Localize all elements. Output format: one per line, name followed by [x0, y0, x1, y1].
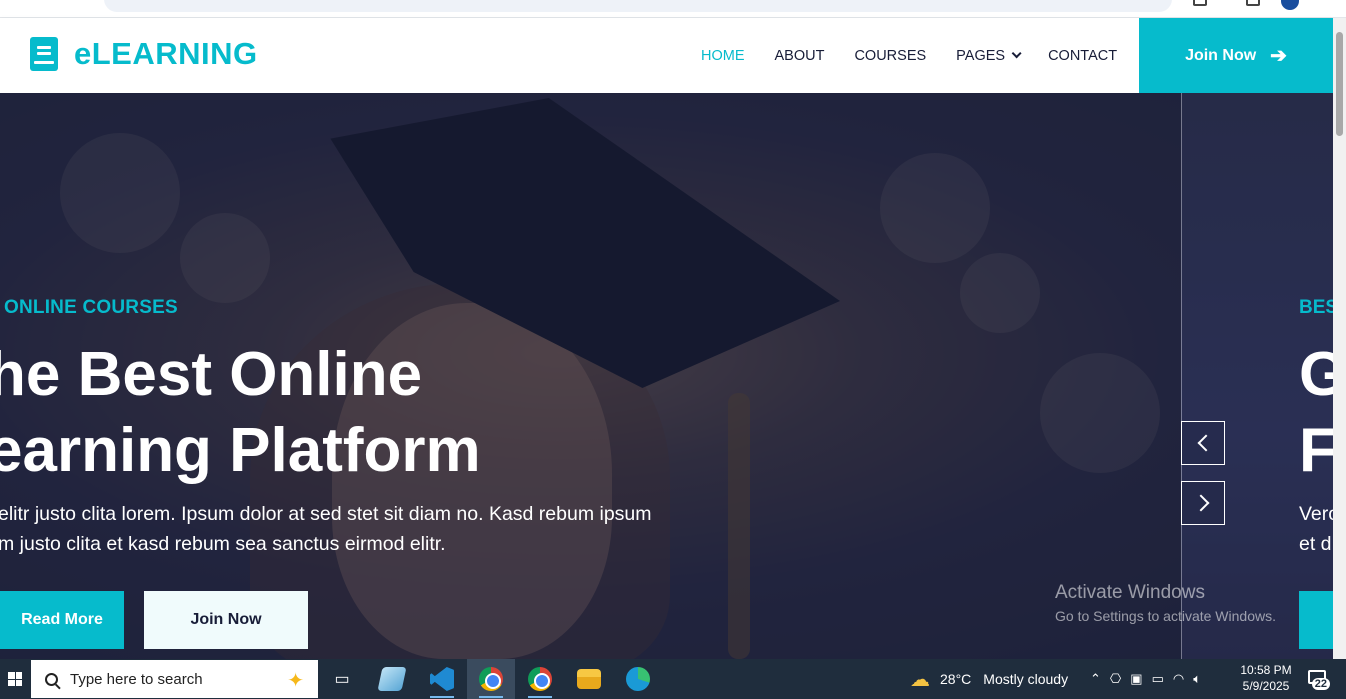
nav-courses[interactable]: COURSES — [854, 48, 926, 64]
carousel-next-button[interactable] — [1181, 481, 1225, 525]
next-slide-desc-line2: et d — [1299, 533, 1332, 555]
hero-title-line1: he Best Online — [0, 340, 423, 409]
weather-widget[interactable]: ☁ 28°C Mostly cloudy — [910, 659, 1068, 699]
activate-windows-watermark: Activate Windows Go to Settings to activ… — [1055, 582, 1276, 624]
hero-join-now-button[interactable]: Join Now — [144, 591, 308, 649]
task-view-button[interactable]: ▭ — [318, 659, 366, 699]
windows-taskbar: Type here to search ✦ ▭ ☁ 28°C Mostly cl… — [0, 659, 1346, 699]
page-scrollbar[interactable] — [1333, 18, 1346, 659]
clock-date: 5/9/2025 — [1242, 679, 1290, 693]
brand-name: eLEARNING — [74, 36, 258, 71]
hero-desc-line1: elitr justo clita lorem. Ipsum dolor at … — [0, 503, 652, 525]
notification-center-button[interactable]: 22 — [1306, 668, 1330, 690]
brand-logo[interactable]: eLEARNING — [30, 36, 258, 72]
profile-avatar[interactable] — [1281, 0, 1299, 10]
task-view-icon: ▭ — [334, 671, 350, 688]
read-more-button[interactable]: Read More — [0, 591, 124, 649]
start-button[interactable] — [0, 659, 30, 699]
taskbar-app-edge[interactable] — [614, 659, 662, 699]
next-slide-title: G F — [1299, 337, 1333, 489]
taskbar-app-chrome-active[interactable] — [467, 659, 515, 699]
next-slide-description: Vero et d — [1299, 499, 1333, 559]
chevron-left-icon — [1197, 434, 1214, 452]
scrollbar-thumb[interactable] — [1336, 32, 1343, 136]
search-placeholder: Type here to search — [70, 670, 203, 688]
chevron-down-icon — [1011, 48, 1022, 59]
vscode-icon — [430, 667, 454, 691]
search-icon — [42, 669, 61, 689]
windows-logo-icon — [8, 672, 22, 686]
system-clock[interactable]: 10:58 PM 5/9/2025 — [1238, 662, 1294, 694]
hero-title: he Best Online earning Platform — [0, 337, 481, 489]
address-bar[interactable] — [104, 0, 1172, 12]
taskbar-search[interactable]: Type here to search ✦ — [31, 660, 318, 698]
hero-description: elitr justo clita lorem. Ipsum dolor at … — [0, 499, 652, 559]
next-slide-title-line1: G — [1299, 337, 1333, 413]
folder-icon — [577, 669, 601, 689]
join-now-button[interactable]: Join Now ➔ — [1139, 18, 1333, 93]
taskbar-app-chrome[interactable] — [516, 659, 564, 699]
sparkle-icon: ✦ — [287, 670, 304, 692]
extensions-icon[interactable] — [1193, 0, 1207, 6]
hero-title-line2: earning Platform — [0, 416, 481, 485]
arrow-right-icon: ➔ — [1270, 45, 1287, 67]
edge-icon — [626, 667, 650, 691]
nav-about[interactable]: ABOUT — [775, 48, 825, 64]
cloudy-weather-icon: ☁ — [910, 668, 930, 691]
notification-count: 22 — [1311, 678, 1330, 690]
carousel-prev-button[interactable] — [1181, 421, 1225, 465]
nav-menu: HOME ABOUT COURSES PAGES CONTACT — [686, 18, 1132, 93]
hero-carousel: ONLINE COURSES he Best Online earning Pl… — [0, 93, 1333, 659]
chrome-icon — [479, 667, 503, 691]
next-slide-title-line2: F — [1299, 413, 1333, 489]
wifi-icon[interactable]: ◠ — [1173, 671, 1184, 687]
taskbar-app-file-explorer[interactable] — [565, 659, 613, 699]
notepad-icon — [377, 667, 407, 691]
join-now-label: Join Now — [1185, 46, 1257, 64]
nav-pages-label: PAGES — [956, 47, 1006, 64]
nav-contact[interactable]: CONTACT — [1048, 48, 1117, 64]
weather-temp: 28°C — [940, 671, 972, 687]
chrome-icon — [528, 667, 552, 691]
taskbar-app-notepad[interactable] — [368, 659, 416, 699]
site-navbar: eLEARNING HOME ABOUT COURSES PAGES CONTA… — [0, 18, 1333, 93]
next-slide-desc-line1: Vero — [1299, 503, 1333, 525]
next-slide-button[interactable] — [1299, 591, 1333, 649]
chevron-right-icon — [1192, 494, 1209, 512]
meet-now-icon[interactable]: ⎔ — [1110, 671, 1121, 687]
split-screen-icon[interactable] — [1246, 0, 1260, 6]
taskbar-app-vscode[interactable] — [418, 659, 466, 699]
display-icon[interactable]: ▣ — [1130, 671, 1142, 687]
weather-desc: Mostly cloudy — [983, 671, 1069, 687]
next-slide-subtitle: BES — [1299, 297, 1333, 318]
next-slide-preview: BES G F Vero et d — [1181, 93, 1333, 659]
browser-toolbar — [0, 0, 1346, 18]
hero-subtitle: ONLINE COURSES — [4, 297, 178, 318]
system-tray: ⌃ ⎔ ▣ ▭ ◠ 🔈︎ — [1090, 659, 1201, 699]
watermark-subtitle: Go to Settings to activate Windows. — [1055, 608, 1276, 624]
volume-icon[interactable]: 🔈︎ — [1193, 671, 1201, 687]
clock-time: 10:58 PM — [1240, 663, 1292, 677]
nav-pages[interactable]: PAGES — [956, 47, 1022, 64]
battery-icon[interactable]: ▭ — [1152, 671, 1164, 687]
watermark-title: Activate Windows — [1055, 582, 1205, 603]
hero-desc-line2: m justo clita et kasd rebum sea sanctus … — [0, 533, 446, 555]
nav-home[interactable]: HOME — [701, 48, 745, 64]
chevron-up-icon[interactable]: ⌃ — [1090, 671, 1101, 687]
book-icon — [30, 37, 58, 71]
